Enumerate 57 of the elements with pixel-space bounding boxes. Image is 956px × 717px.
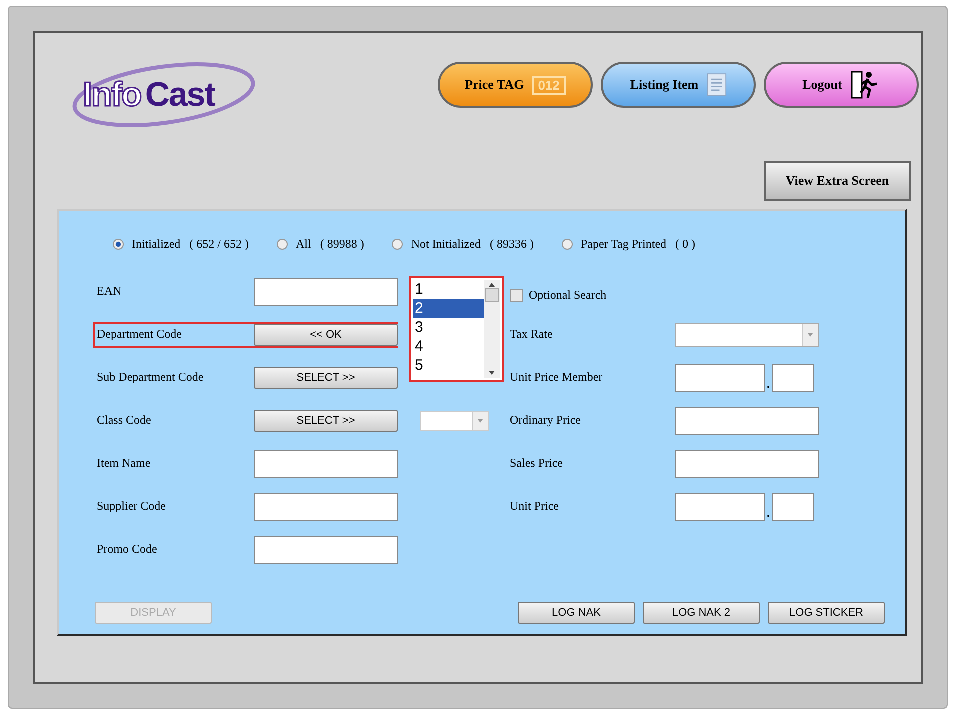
input-field[interactable]: [254, 492, 398, 520]
list-item[interactable]: 4: [413, 337, 484, 356]
scroll-down-icon[interactable]: [488, 370, 496, 376]
select-button[interactable]: << OK: [254, 324, 398, 346]
select-button[interactable]: SELECT >>: [254, 410, 398, 432]
field-label: Item Name: [97, 456, 152, 471]
input-field[interactable]: [772, 364, 814, 392]
input-field[interactable]: [675, 450, 819, 478]
dropdown-field[interactable]: [675, 322, 819, 346]
field-label: Tax Rate: [510, 327, 554, 342]
radio-circle[interactable]: [392, 239, 404, 250]
listing-button[interactable]: Listing Item: [601, 62, 756, 108]
field-label: Ordinary Price: [510, 413, 582, 428]
filter-radio[interactable]: All ( 89988 ): [276, 237, 364, 252]
logo-text: Info: [83, 76, 142, 114]
scroll-thumb[interactable]: [485, 288, 499, 302]
radio-circle[interactable]: [562, 239, 573, 250]
list-item[interactable]: 1: [413, 280, 484, 299]
input-field[interactable]: [675, 492, 765, 520]
optional-search-checkbox[interactable]: Optional Search: [510, 288, 675, 303]
log-button[interactable]: LOG NAK: [518, 602, 635, 624]
list-item[interactable]: 3: [413, 318, 484, 337]
log-button[interactable]: LOG NAK 2: [643, 602, 760, 624]
scrollbar[interactable]: [484, 280, 500, 378]
filter-radio[interactable]: Not Initialized ( 89336 ): [392, 237, 534, 252]
price-button[interactable]: Price TAG 012: [438, 62, 593, 108]
decimal-point: .: [767, 376, 770, 392]
logout-button[interactable]: Logout: [764, 62, 919, 108]
input-field[interactable]: [675, 364, 765, 392]
list-item[interactable]: 2: [413, 299, 484, 318]
field-label: Promo Code: [97, 542, 158, 557]
tag-badge: 012: [532, 76, 566, 94]
radio-circle[interactable]: [113, 239, 124, 250]
field-label: Class Code: [97, 413, 152, 428]
department-list[interactable]: 1 2 3 4 5: [409, 276, 504, 382]
input-field[interactable]: [772, 492, 814, 520]
input-field[interactable]: [254, 450, 398, 478]
input-field[interactable]: [254, 536, 398, 564]
radio-circle[interactable]: [276, 239, 288, 250]
field-label: EAN: [97, 284, 123, 299]
decimal-point: .: [767, 506, 770, 520]
input-field[interactable]: [254, 278, 398, 306]
filter-radio[interactable]: Paper Tag Printed ( 0 ): [562, 237, 696, 252]
field-label: Sub Department Code: [97, 370, 205, 385]
select-button[interactable]: SELECT >>: [254, 366, 398, 388]
filter-radio[interactable]: Initialized ( 652 / 652 ): [113, 237, 249, 252]
field-label: Unit Price Member: [510, 370, 604, 385]
field-label: Sales Price: [510, 456, 564, 471]
field-label: Unit Price: [510, 499, 560, 514]
input-field[interactable]: [675, 406, 819, 434]
field-label: Supplier Code: [97, 499, 167, 514]
logo-text: Cast: [145, 76, 216, 114]
document-icon: [706, 72, 727, 98]
log-button[interactable]: LOG STICKER: [768, 602, 885, 624]
list-item[interactable]: 5: [413, 356, 484, 375]
field-label: Department Code: [97, 327, 183, 342]
view-extra-screen-button[interactable]: View Extra Screen: [764, 161, 911, 201]
